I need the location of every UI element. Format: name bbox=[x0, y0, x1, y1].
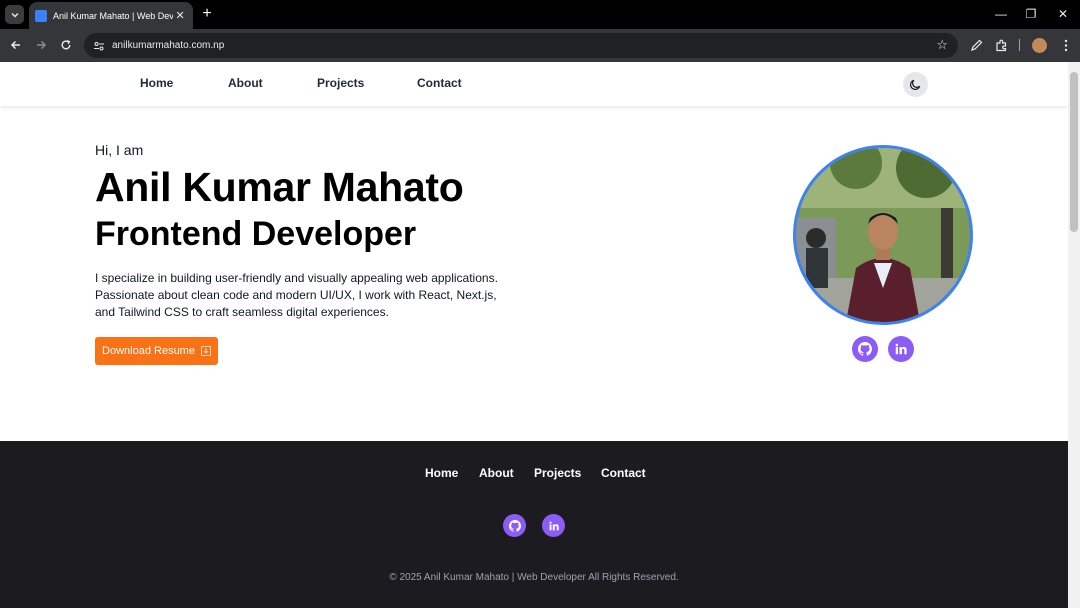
github-icon bbox=[508, 519, 521, 532]
close-window-button[interactable]: ✕ bbox=[1053, 5, 1073, 23]
new-tab-button[interactable]: + bbox=[198, 4, 216, 24]
profile-avatar[interactable] bbox=[1032, 38, 1047, 53]
toolbar-separator bbox=[1019, 39, 1020, 51]
arrow-right-icon bbox=[37, 40, 47, 50]
page-scrollbar[interactable] bbox=[1068, 62, 1080, 608]
footer-github-button[interactable] bbox=[503, 514, 526, 537]
scrollbar-thumb[interactable] bbox=[1070, 72, 1078, 232]
url-text: anilkumarmahato.com.np bbox=[112, 40, 225, 51]
tab-search-button[interactable] bbox=[5, 5, 24, 24]
moon-icon bbox=[910, 79, 921, 90]
restore-button[interactable]: ❐ bbox=[1021, 5, 1041, 23]
download-resume-button[interactable]: Download Resume bbox=[95, 337, 218, 365]
menu-kebab-icon[interactable] bbox=[1057, 36, 1075, 54]
footer-linkedin-button[interactable] bbox=[542, 514, 565, 537]
linkedin-icon bbox=[549, 521, 559, 530]
back-button[interactable] bbox=[6, 35, 26, 55]
reload-icon bbox=[61, 40, 71, 50]
github-icon bbox=[858, 342, 872, 356]
footer-home-link[interactable]: Home bbox=[425, 466, 458, 480]
footer-copyright: © 2025 Anil Kumar Mahato | Web Developer… bbox=[389, 572, 679, 583]
browser-tabstrip: Anil Kumar Mahato | Web Developer ✕ + — … bbox=[0, 0, 1080, 29]
arrow-left-icon bbox=[10, 40, 20, 50]
hero-description: I specialize in building user-friendly a… bbox=[95, 271, 498, 319]
nav-about-link[interactable]: About bbox=[228, 76, 263, 90]
extensions-icon[interactable] bbox=[992, 36, 1010, 54]
site-navbar: Home About Projects Contact bbox=[0, 62, 1068, 106]
hero-github-button[interactable] bbox=[852, 336, 878, 362]
chevron-down-icon bbox=[11, 12, 18, 17]
browser-toolbar: anilkumarmahato.com.np ☆ bbox=[0, 29, 1080, 62]
page-viewport: Home About Projects Contact Hi, I am Ani… bbox=[0, 62, 1068, 608]
footer-contact-link[interactable]: Contact bbox=[601, 466, 646, 480]
nav-contact-link[interactable]: Contact bbox=[417, 76, 462, 90]
site-info-icon[interactable] bbox=[92, 39, 106, 53]
forward-button[interactable] bbox=[31, 35, 51, 55]
theme-toggle-button[interactable] bbox=[903, 72, 928, 97]
star-icon[interactable]: ☆ bbox=[936, 37, 948, 53]
site-footer: Home About Projects Contact © 2025 Anil … bbox=[0, 441, 1068, 608]
resume-button-label: Download Resume bbox=[102, 345, 195, 357]
hero-greeting: Hi, I am bbox=[95, 142, 144, 158]
nav-home-link[interactable]: Home bbox=[140, 76, 173, 90]
hero-linkedin-button[interactable] bbox=[888, 336, 914, 362]
profile-photo bbox=[793, 145, 973, 325]
footer-about-link[interactable]: About bbox=[479, 466, 514, 480]
minimize-button[interactable]: — bbox=[991, 5, 1011, 23]
hero-name: Anil Kumar Mahato bbox=[95, 164, 464, 210]
favicon-icon bbox=[35, 9, 47, 22]
download-icon bbox=[200, 346, 211, 356]
address-bar[interactable]: anilkumarmahato.com.np ☆ bbox=[84, 33, 958, 58]
linkedin-icon bbox=[895, 343, 907, 355]
hero-role: Frontend Developer bbox=[95, 215, 417, 253]
tab-title: Anil Kumar Mahato | Web Developer bbox=[53, 10, 174, 21]
footer-projects-link[interactable]: Projects bbox=[534, 466, 581, 480]
reload-button[interactable] bbox=[56, 35, 76, 55]
browser-tab-active[interactable]: Anil Kumar Mahato | Web Developer ✕ bbox=[29, 2, 193, 29]
tab-close-icon[interactable]: ✕ bbox=[173, 9, 187, 22]
pen-extension-icon[interactable] bbox=[967, 36, 985, 54]
nav-projects-link[interactable]: Projects bbox=[317, 76, 364, 90]
